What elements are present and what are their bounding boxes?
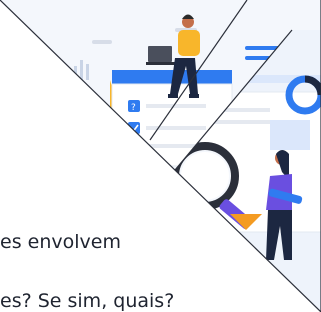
caption-line-2: es? Se sim, quais?: [0, 290, 175, 312]
laptop-icon: [148, 46, 172, 62]
checkbox-icon: [128, 122, 140, 134]
caption-line-1: es envolvem: [0, 231, 121, 253]
svg-text:?: ?: [131, 103, 136, 113]
illustration: ?: [0, 0, 321, 312]
